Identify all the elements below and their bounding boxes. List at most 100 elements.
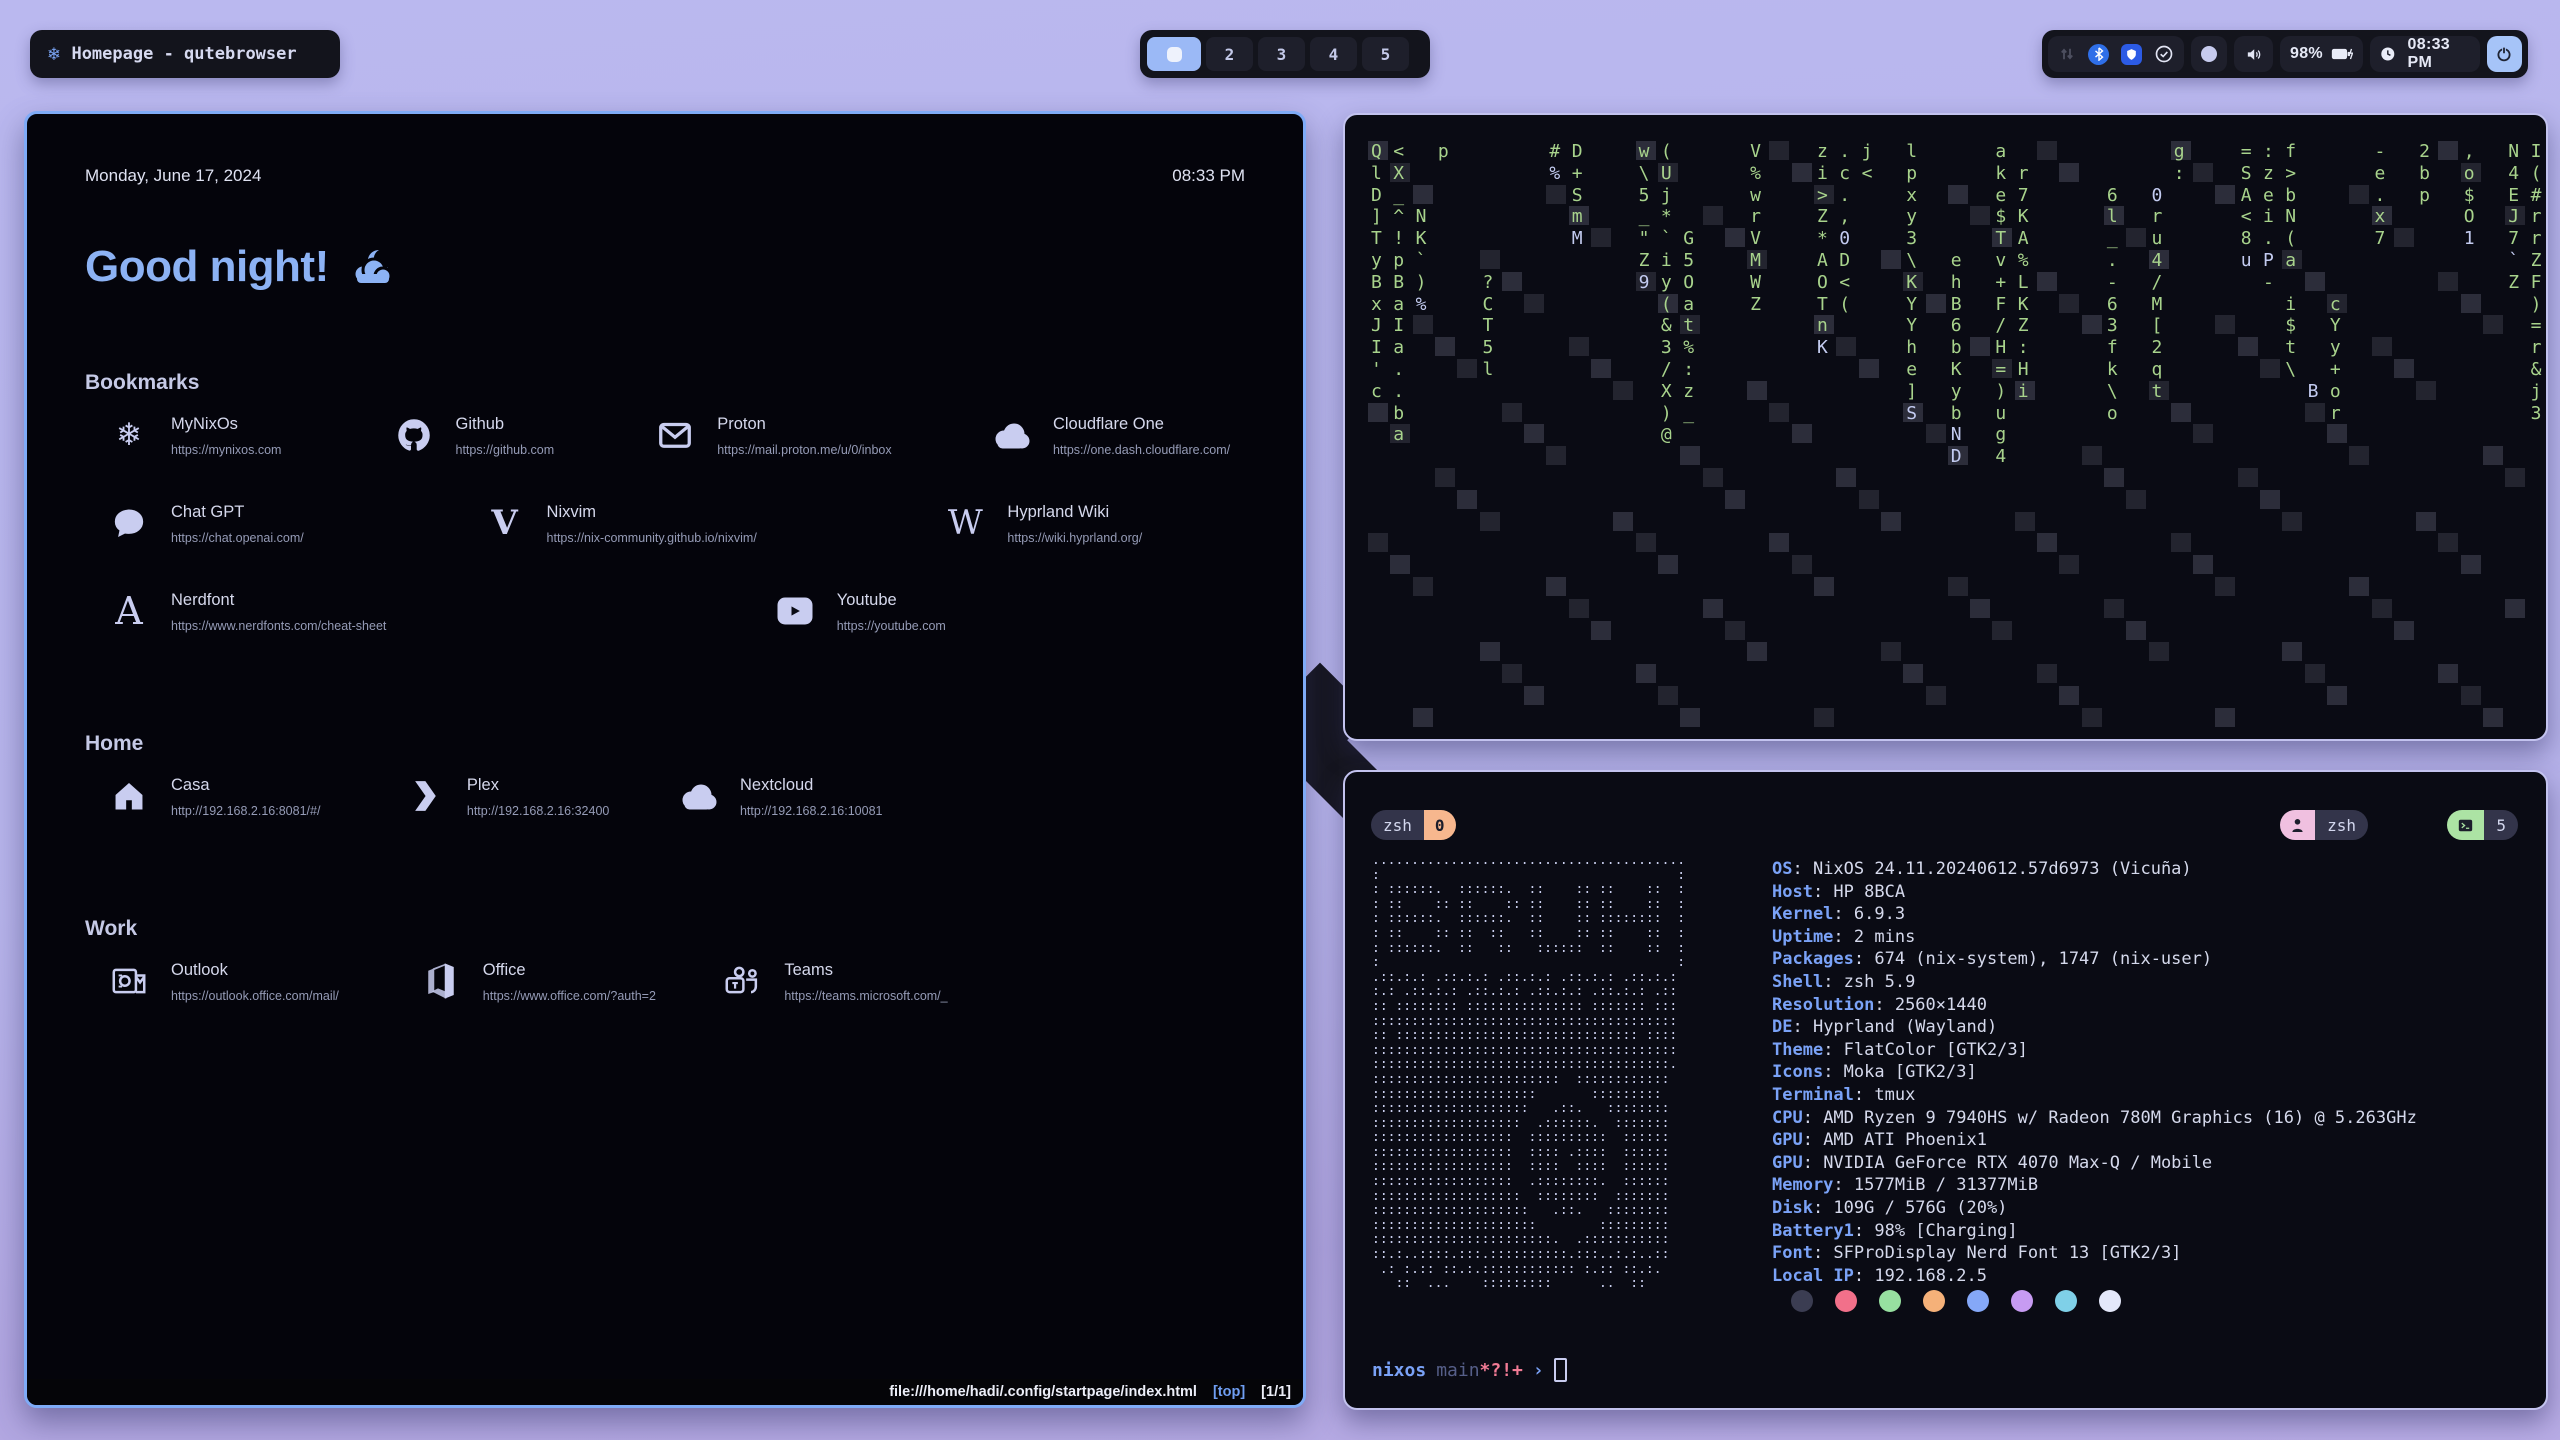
speaker-icon — [2244, 46, 2263, 63]
battery-charging-icon — [2331, 46, 2353, 62]
fastfetch-line-host: Host: HP 8BCA — [1772, 881, 2417, 904]
bookmark-url: https://teams.microsoft.com/_ — [784, 989, 947, 1003]
workspace-3[interactable]: 3 — [1258, 37, 1305, 71]
cloud-icon — [989, 413, 1033, 457]
palette-dot — [1791, 1290, 1813, 1312]
qutebrowser-window[interactable]: Monday, June 17, 2024 08:33 PM Good nigh… — [24, 111, 1306, 1408]
bookmark-item-mynixos[interactable]: ❄MyNixOshttps://mynixos.com — [107, 413, 392, 473]
prompt-git-flags: *?!+ — [1480, 1360, 1523, 1381]
bookmark-item-casa[interactable]: Casahttp://192.168.2.16:8081/#/ — [107, 774, 403, 834]
clock-time: 08:33 PM — [2408, 36, 2470, 72]
bookmark-row: Outlookhttps://outlook.office.com/mail/O… — [107, 959, 1245, 1019]
bookmark-label: Casa — [171, 776, 320, 795]
shell-prompt[interactable]: nixos main *?!+ › — [1372, 1358, 1567, 1382]
volume-button[interactable] — [2234, 36, 2273, 72]
workspace-5[interactable]: 5 — [1362, 37, 1409, 71]
fastfetch-line-gpu: GPU: AMD ATI Phoenix1 — [1772, 1129, 2417, 1152]
bookmark-row: ANerdfonthttps://www.nerdfonts.com/cheat… — [107, 589, 1245, 649]
home-icon — [107, 774, 151, 818]
bookmark-label: Outlook — [171, 961, 339, 980]
dot-icon — [2201, 46, 2217, 62]
bookmark-item-office[interactable]: Officehttps://www.office.com/?auth=2 — [419, 959, 721, 1019]
bookmark-url: https://mynixos.com — [171, 443, 281, 457]
tmux-pane-count: 5 — [2484, 810, 2518, 840]
bookmark-item-nextcloud[interactable]: Nextcloudhttp://192.168.2.16:10081 — [676, 774, 1245, 834]
bluetooth-icon[interactable] — [2088, 44, 2109, 65]
workspace-1-active[interactable] — [1147, 37, 1201, 71]
chat-bubble-icon — [107, 501, 151, 545]
system-tray: 98% 08:33 PM — [2042, 30, 2528, 78]
taskbar-window-title-pill[interactable]: ❄ Homepage - qutebrowser — [30, 30, 340, 78]
workspace-4[interactable]: 4 — [1310, 37, 1357, 71]
cloud-moon-icon — [345, 246, 397, 288]
bookmark-item-youtube[interactable]: Youtubehttps://youtube.com — [773, 589, 1245, 649]
statusbar-scroll-position: [top] — [1213, 1384, 1245, 1400]
fastfetch-line-terminal: Terminal: tmux — [1772, 1084, 2417, 1107]
startpage-sections: Bookmarks❄MyNixOshttps://mynixos.comGith… — [85, 370, 1245, 1101]
battery-indicator[interactable]: 98% — [2280, 36, 2363, 72]
bookmark-item-teams[interactable]: Teamshttps://teams.microsoft.com/_ — [720, 959, 1245, 1019]
github-icon — [392, 413, 436, 457]
bookmark-item-plex[interactable]: Plexhttp://192.168.2.16:32400 — [403, 774, 676, 834]
tmux-user-segment[interactable]: zsh — [2280, 810, 2368, 840]
section-work: Work Outlookhttps://outlook.office.com/ma… — [85, 916, 1245, 1019]
wikipedia-icon: W — [943, 501, 987, 545]
user-icon — [2280, 810, 2315, 840]
fastfetch-line-battery1: Battery1: 98% [Charging] — [1772, 1220, 2417, 1243]
date-text: Monday, June 17, 2024 — [85, 166, 261, 186]
section-title: Work — [85, 916, 1245, 941]
bookmark-label: Cloudflare One — [1053, 415, 1230, 434]
bookmark-label: Nextcloud — [740, 776, 883, 795]
clock-indicator[interactable]: 08:33 PM — [2370, 36, 2480, 72]
bookmark-item-nixvim[interactable]: VNixvimhttps://nix-community.github.io/n… — [483, 501, 944, 561]
bookmark-item-nerdfont[interactable]: ANerdfonthttps://www.nerdfonts.com/cheat… — [107, 589, 773, 649]
power-icon — [2495, 45, 2513, 63]
terminal-icon — [2447, 810, 2484, 840]
bookmark-url: https://one.dash.cloudflare.com/ — [1053, 443, 1230, 457]
tray-icon-group[interactable] — [2048, 36, 2184, 72]
tmux-left-status[interactable]: zsh 0 — [1371, 810, 1456, 840]
snowflake-icon: ❄ — [107, 413, 151, 457]
time-text: 08:33 PM — [1172, 166, 1245, 186]
bookmark-item-chat-gpt[interactable]: Chat GPThttps://chat.openai.com/ — [107, 501, 483, 561]
prompt-host: nixos — [1372, 1360, 1426, 1381]
bookmark-item-cloudflare-one[interactable]: Cloudflare One https://one.dash.cloudflar… — [989, 413, 1245, 473]
indicator-dot-button[interactable] — [2191, 36, 2227, 72]
tmux-pane-segment[interactable]: 5 — [2447, 810, 2518, 840]
cmatrix-terminal-window[interactable]: QlD]TyBxJI'c<X_^!pBaIa..baNK`)%p?CT5l#%D… — [1343, 113, 2548, 741]
bookmark-item-outlook[interactable]: Outlookhttps://outlook.office.com/mail/ — [107, 959, 419, 1019]
fastfetch-line-resolution: Resolution: 2560×1440 — [1772, 994, 2417, 1017]
check-circle-icon[interactable] — [2154, 44, 2174, 64]
letter-a-icon: A — [107, 589, 151, 633]
bookmark-item-github[interactable]: Githubhttps://github.com — [392, 413, 654, 473]
bookmark-url: https://nix-community.github.io/nixvim/ — [547, 531, 757, 545]
bookmark-row: ❄MyNixOshttps://mynixos.comGithubhttps:/… — [107, 413, 1245, 473]
palette-dot — [1967, 1290, 1989, 1312]
section-home: HomeCasahttp://192.168.2.16:8081/#/Plexh… — [85, 731, 1245, 834]
cloud-icon — [676, 774, 720, 818]
bookmark-label: Hyprland Wiki — [1007, 503, 1142, 522]
bookmark-url: https://youtube.com — [837, 619, 946, 633]
bookmark-url: https://www.office.com/?auth=2 — [483, 989, 656, 1003]
tmux-user-shell: zsh — [2315, 810, 2368, 840]
bookmark-item-hyprland-wiki[interactable]: W Hyprland Wiki https://wiki.hyprland.org/ — [943, 501, 1245, 561]
fastfetch-line-de: DE: Hyprland (Wayland) — [1772, 1016, 2417, 1039]
bookmark-url: https://wiki.hyprland.org/ — [1007, 531, 1142, 545]
bookmark-row: Chat GPThttps://chat.openai.com/VNixvimh… — [107, 501, 1245, 561]
network-arrows-icon — [2058, 45, 2076, 63]
active-workspace-icon — [1167, 47, 1182, 62]
tmux-terminal-window[interactable]: zsh 0 zsh 5 ............................… — [1343, 770, 2548, 1410]
tmux-shell-segment: zsh — [1371, 810, 1424, 840]
power-button[interactable] — [2487, 36, 2522, 72]
shield-icon[interactable] — [2121, 44, 2142, 65]
bookmark-url: https://mail.proton.me/u/0/inbox — [717, 443, 891, 457]
section-bookmarks: Bookmarks❄MyNixOshttps://mynixos.comGith… — [85, 370, 1245, 649]
fastfetch-line-icons: Icons: Moka [GTK2/3] — [1772, 1061, 2417, 1084]
fastfetch-line-gpu: GPU: NVIDIA GeForce RTX 4070 Max-Q / Mob… — [1772, 1152, 2417, 1175]
terminal-color-palette — [1791, 1290, 2121, 1312]
qutebrowser-statusbar: file:///home/hadi/.config/startpage/inde… — [27, 1379, 1303, 1405]
workspace-2[interactable]: 2 — [1206, 37, 1253, 71]
teams-icon — [720, 959, 764, 1003]
fastfetch-line-disk: Disk: 109G / 576G (20%) — [1772, 1197, 2417, 1220]
bookmark-item-proton[interactable]: Protonhttps://mail.proton.me/u/0/inbox — [653, 413, 989, 473]
